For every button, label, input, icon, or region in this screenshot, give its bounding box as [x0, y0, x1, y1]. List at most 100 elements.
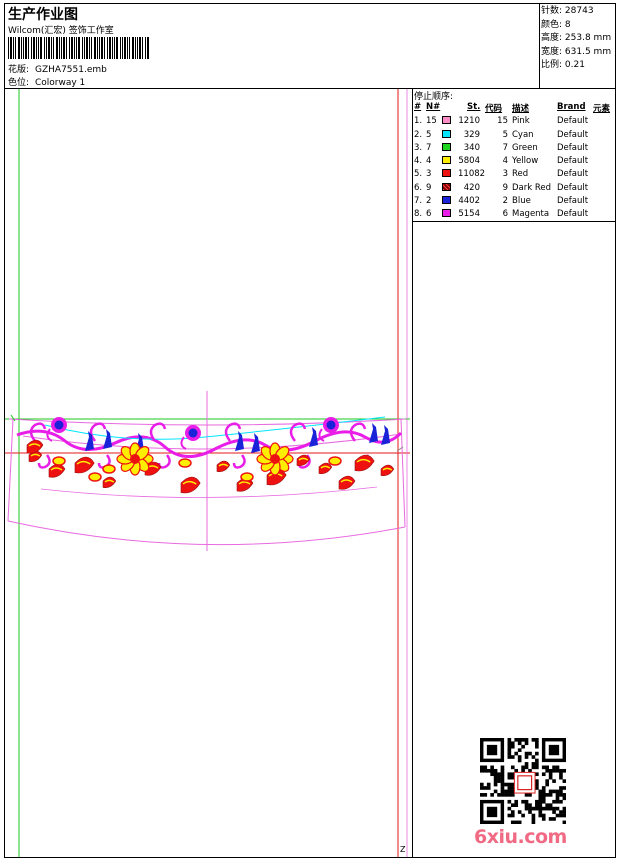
yellow-leaf	[52, 456, 66, 466]
barcode-bar	[94, 37, 96, 59]
qr-module	[517, 748, 522, 752]
qr-module	[514, 738, 519, 742]
barcode-bar	[10, 37, 12, 59]
qr-module	[548, 817, 553, 821]
qr-module	[524, 762, 529, 766]
qr-module	[535, 758, 539, 763]
qr-module	[504, 793, 508, 797]
qr-module	[552, 806, 556, 811]
color-brand: Default	[557, 209, 589, 220]
qr-module	[524, 765, 529, 770]
qr-module	[538, 803, 543, 807]
qr-module	[497, 779, 501, 783]
barcode-bar	[101, 37, 103, 59]
qr-module	[500, 768, 505, 773]
qr-module	[545, 803, 549, 807]
color-code: 5	[502, 129, 508, 140]
qr-module	[541, 772, 546, 777]
qr-module	[517, 741, 522, 746]
qr-module	[559, 768, 563, 773]
barcode-bar	[114, 37, 115, 59]
qr-module	[507, 738, 512, 742]
qr-module	[531, 813, 536, 818]
color-stitches: 5804	[458, 156, 480, 167]
color-idx: 3.	[414, 142, 423, 153]
qr-module	[562, 796, 566, 801]
qr-module	[493, 782, 498, 787]
qr-module	[559, 813, 563, 818]
qr-module	[552, 799, 556, 804]
qr-finder-core	[486, 744, 498, 756]
qr-module	[535, 744, 539, 749]
qr-module	[531, 817, 536, 821]
qr-module	[531, 755, 536, 759]
red-leaf	[354, 454, 375, 472]
qr-module	[559, 775, 563, 780]
stat-scale: 比例: 0.21	[541, 60, 585, 70]
qr-module	[559, 789, 563, 794]
page-title: 生产作业图	[8, 7, 78, 23]
qr-module	[552, 789, 556, 794]
qr-module	[524, 793, 529, 797]
qr-module	[480, 782, 484, 787]
barcode-bar	[66, 37, 67, 59]
color-brand: Default	[557, 142, 589, 153]
stat-colors: 颜色: 8	[541, 19, 571, 30]
qr-module	[514, 803, 519, 807]
blossom-center	[54, 420, 64, 430]
barcode-bar	[44, 37, 45, 59]
qr-module	[541, 817, 546, 821]
qr-module	[486, 782, 491, 787]
barcode-bar	[84, 37, 85, 59]
qr-module	[559, 786, 563, 790]
qr-module	[538, 796, 543, 801]
qr-module	[490, 793, 494, 797]
color-swatch	[442, 209, 451, 218]
color-brand: Default	[557, 156, 589, 167]
color-idx: 8.	[414, 209, 423, 220]
barcode-bar	[15, 37, 16, 59]
barcode-bar	[56, 37, 58, 59]
barcode-bar	[104, 37, 105, 59]
qr-module	[538, 789, 543, 794]
qr-code-icon	[480, 738, 566, 824]
qr-module	[531, 765, 536, 770]
stat-height: 高度: 253.8 mm	[541, 33, 612, 43]
stats-divider	[539, 3, 540, 88]
flower-center	[130, 454, 140, 464]
qr-module	[497, 775, 501, 780]
qr-module	[504, 789, 508, 794]
qr-module	[517, 810, 522, 814]
qr-module	[507, 775, 512, 780]
qr-module	[483, 765, 488, 770]
color-code: 4	[502, 156, 508, 167]
hoop-guides	[5, 89, 410, 857]
qr-module	[490, 765, 494, 770]
qr-module	[500, 789, 505, 794]
red-leaf	[318, 462, 333, 474]
barcode-bar	[31, 37, 32, 59]
qr-module	[490, 768, 494, 773]
qr-module	[507, 782, 512, 787]
barcode-bar	[97, 37, 98, 59]
qr-module	[524, 806, 529, 811]
col-code: 代码	[485, 104, 503, 114]
color-desc: Yellow	[512, 156, 539, 167]
qr-module	[535, 741, 539, 746]
barcode-bar	[82, 37, 83, 59]
color-swatch	[442, 182, 451, 191]
blue-leaf	[103, 429, 112, 449]
qr-module	[548, 789, 553, 794]
qr-module	[535, 803, 539, 807]
barcode-bar	[137, 37, 138, 59]
qr-module	[562, 779, 566, 783]
barcode-bar	[36, 37, 37, 59]
barcode-bar	[63, 37, 65, 59]
red-leaf	[48, 463, 66, 478]
color-code: 7	[502, 142, 508, 153]
col-stitches: St.	[467, 102, 481, 112]
stat-width: 宽度: 631.5 mm	[541, 46, 612, 57]
qr-module	[545, 782, 549, 787]
design-file-value: GZHA7551.emb	[35, 65, 107, 75]
col-index: #	[414, 102, 422, 112]
